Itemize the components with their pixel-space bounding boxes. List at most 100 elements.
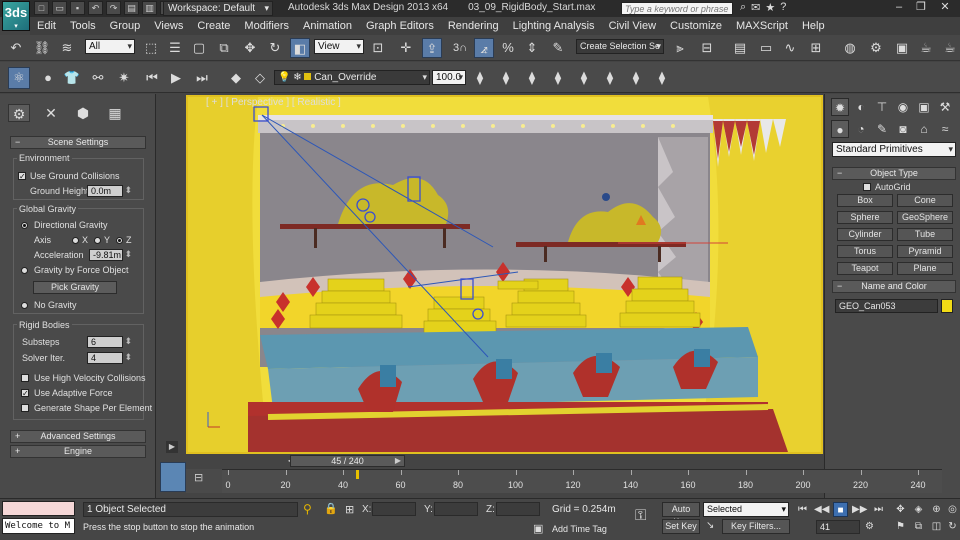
communication-center-icon[interactable]: ✉ <box>751 1 760 14</box>
percent-snap-icon[interactable]: % <box>498 38 518 58</box>
geosphere-button[interactable]: GeoSphere <box>897 211 953 224</box>
field-of-view-icon[interactable]: ◎ <box>945 502 960 517</box>
teapot-button[interactable]: Teapot <box>837 262 893 275</box>
space-warps-icon[interactable]: ≈ <box>936 120 954 138</box>
time-slider[interactable]: 45 / 240 <box>290 455 405 467</box>
add-to-layer-icon[interactable]: ⧫ <box>470 68 490 88</box>
redo-icon[interactable]: ↷ <box>106 1 121 15</box>
isolate-selection-icon[interactable]: ⚲ <box>303 502 312 516</box>
go-to-end-icon[interactable]: ⏭ <box>871 502 886 517</box>
advanced-settings-rollout[interactable]: + Advanced Settings <box>10 430 146 443</box>
previous-key-icon[interactable]: ◀◀ <box>814 502 829 517</box>
zoom-extents-all-icon[interactable]: ⊕ <box>929 502 944 517</box>
scene-settings-rollout[interactable]: − Scene Settings <box>10 136 146 149</box>
sphere-button[interactable]: Sphere <box>837 211 893 224</box>
new-layer-icon[interactable]: ◇ <box>250 68 270 88</box>
hierarchy-tab-icon[interactable]: ⊤ <box>873 98 891 116</box>
current-frame-marker[interactable] <box>356 470 360 479</box>
engine-rollout[interactable]: + Engine <box>10 445 146 458</box>
select-layer-icon[interactable]: ⧫ <box>496 68 516 88</box>
go-to-start-icon[interactable]: ⏮ <box>795 502 810 517</box>
layer-properties-icon[interactable]: ⧫ <box>548 68 568 88</box>
window-crossing-icon[interactable]: ⧉ <box>214 38 234 58</box>
auto-key-button[interactable]: Auto Key <box>662 502 700 527</box>
undo-icon[interactable]: ↶ <box>88 1 103 15</box>
maxscript-listener-output[interactable] <box>2 501 75 516</box>
reference-coordinate-dropdown[interactable]: View <box>314 39 364 54</box>
close-button[interactable]: ✕ <box>936 1 954 15</box>
visibility-value-field[interactable]: 100.0 <box>432 70 466 85</box>
render-setup-icon[interactable]: ⚙ <box>866 38 886 58</box>
helpers-icon[interactable]: ⌂ <box>915 120 933 138</box>
mini-curve-editor-toggle[interactable] <box>160 462 186 492</box>
minimize-button[interactable]: – <box>890 1 908 15</box>
substeps-field[interactable]: 6 <box>87 336 132 348</box>
menu-help[interactable]: Help <box>802 20 825 32</box>
snap-toggle-icon[interactable]: 3∩ <box>450 38 470 58</box>
set-key-icon[interactable]: ⚿ <box>635 507 646 524</box>
align-icon[interactable]: ⊟ <box>697 38 717 58</box>
angle-snap-icon[interactable]: ⦨ <box>474 38 494 58</box>
menu-customize[interactable]: Customize <box>670 20 722 32</box>
maximize-viewport-icon[interactable]: ⧉ <box>911 519 926 534</box>
massfx-tools-icon[interactable]: ⚛ <box>8 67 30 89</box>
select-by-name-icon[interactable]: ☰ <box>165 38 185 58</box>
menu-civil-view[interactable]: Civil View <box>609 20 656 32</box>
adaptive-force-checkbox[interactable]: ✓ <box>21 389 29 398</box>
edit-named-selection-icon[interactable]: ✎ <box>548 38 568 58</box>
multi-object-editor-tab-icon[interactable]: ⬢ <box>72 104 94 122</box>
time-tag-icon[interactable]: ▣ <box>533 522 543 535</box>
ragdoll-icon[interactable]: ✷ <box>114 68 134 88</box>
cameras-icon[interactable]: ◙ <box>894 120 912 138</box>
next-key-icon[interactable]: ▶▶ <box>852 502 867 517</box>
menu-maxscript[interactable]: MAXScript <box>736 20 788 32</box>
plane-button[interactable]: Plane <box>897 262 953 275</box>
move-icon[interactable]: ✥ <box>240 38 260 58</box>
rendered-frame-window-icon[interactable]: ▣ <box>892 38 912 58</box>
menu-views[interactable]: Views <box>154 20 183 32</box>
constraint-icon[interactable]: ⚯ <box>88 68 108 88</box>
undo-icon[interactable]: ↶ <box>6 38 26 58</box>
time-configuration-icon[interactable]: ⚙ <box>862 519 877 534</box>
menu-graph-editors[interactable]: Graph Editors <box>366 20 434 32</box>
cylinder-button[interactable]: Cylinder <box>837 228 893 241</box>
cone-button[interactable]: Cone <box>897 194 953 207</box>
help-icon[interactable]: ? <box>780 1 786 14</box>
motion-tab-icon[interactable]: ◉ <box>894 98 912 116</box>
panel-scroll-arrow-icon[interactable]: ▶ <box>166 441 178 453</box>
reset-simulation-icon[interactable]: ⏮ <box>142 68 162 88</box>
stop-button-icon[interactable]: ■ <box>833 502 848 517</box>
track-bar[interactable]: 0 20 40 60 80 100 120 140 160 180 200 220 240 <box>222 469 942 493</box>
next-frame-arrow-icon[interactable]: ▶ <box>392 455 404 467</box>
keyboard-shortcut-override-icon[interactable]: ⇪ <box>422 38 442 58</box>
menu-lighting-analysis[interactable]: Lighting Analysis <box>513 20 595 32</box>
high-velocity-checkbox[interactable] <box>21 374 29 382</box>
lightbulb-icon[interactable]: 💡 <box>278 72 290 83</box>
scale-icon[interactable]: ◧ <box>290 38 310 58</box>
tube-button[interactable]: Tube <box>897 228 953 241</box>
zoom-region-icon[interactable]: ◫ <box>929 519 944 534</box>
absolute-mode-icon[interactable]: ⊞ <box>345 503 354 516</box>
hide-layer-icon[interactable]: ⧫ <box>574 68 594 88</box>
rectangular-selection-icon[interactable]: ▢ <box>189 38 209 58</box>
primitive-category-dropdown[interactable]: Standard Primitives <box>832 142 956 157</box>
maximize-button[interactable]: ❐ <box>912 1 930 15</box>
menu-animation[interactable]: Animation <box>303 20 352 32</box>
torus-button[interactable]: Torus <box>837 245 893 258</box>
menu-create[interactable]: Create <box>197 20 230 32</box>
viewport-label[interactable]: [ + ] [ Perspective ] [ Realistic ] <box>206 97 341 108</box>
menu-tools[interactable]: Tools <box>70 20 96 32</box>
spinner-snap-icon[interactable]: ⇕ <box>522 38 542 58</box>
render-iterative-icon[interactable]: ☕ <box>940 38 960 58</box>
orbit-icon[interactable]: ◈ <box>911 502 926 517</box>
name-and-color-rollout[interactable]: − Name and Color <box>832 280 956 293</box>
directional-gravity-radio[interactable] <box>21 222 28 229</box>
gravity-by-force-radio[interactable] <box>21 267 28 274</box>
object-color-swatch[interactable] <box>941 299 953 313</box>
object-name-field[interactable]: GEO_Can053 <box>835 299 947 313</box>
mirror-icon[interactable]: ⫸ <box>670 38 690 58</box>
fetch-icon[interactable]: ▥ <box>142 1 157 15</box>
play-simulation-icon[interactable]: ▶ <box>166 68 186 88</box>
isolate-layer-icon[interactable]: ⧫ <box>626 68 646 88</box>
search-icon[interactable]: ⌕ <box>740 1 746 14</box>
